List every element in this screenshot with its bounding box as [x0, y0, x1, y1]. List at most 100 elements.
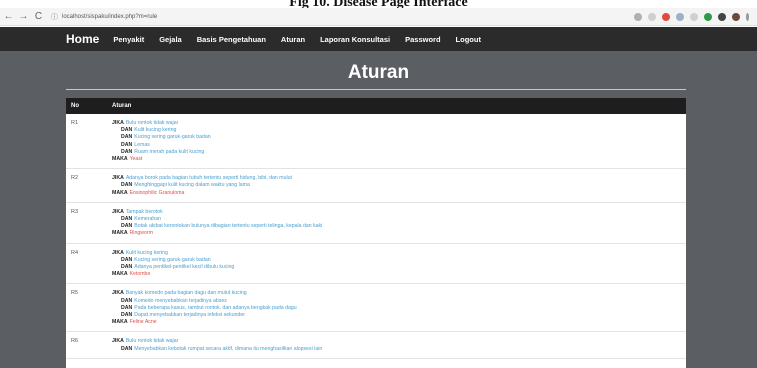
- nav-home[interactable]: Home: [66, 32, 99, 46]
- rule-conclusion: MAKA Ketombe: [112, 271, 234, 278]
- rule-keyword: DAN: [121, 312, 133, 319]
- rule-number: R4: [71, 249, 79, 256]
- table-body: R1 JIKA Bulu rontok tidak wajar DAN Kulit ku…: [66, 114, 686, 359]
- rule-condition: DAN Komedo menyebabkan terjadinya abses: [112, 298, 297, 305]
- main-navbar: Home Penyakit Gejala Basis Pengetahuan A…: [0, 27, 757, 51]
- rules-table: No Aturan R1 JIKA Bulu rontok tidak wajar D…: [66, 98, 686, 368]
- symptom-text: Adanya pentikel-pentikel kecil dibulu ku…: [134, 264, 235, 271]
- forward-icon[interactable]: →: [17, 11, 30, 22]
- rule-condition: DAN Kucing sering garuk-garuk badan: [112, 257, 234, 264]
- rule-keyword: DAN: [121, 148, 133, 155]
- symptom-text: Komedo menyebabkan terjadinya abses: [134, 297, 227, 304]
- rule-conclusion: MAKA Eosinophilic Granuloma: [112, 190, 292, 197]
- symptom-text: Kucing sering garuk-garuk badan: [134, 256, 211, 263]
- symptom-text: Bulu rontok tidak wajar: [125, 338, 179, 345]
- rule-number: R2: [71, 175, 79, 182]
- rule-body: JIKA Banyak komedo pada bagian dagu dan m…: [112, 290, 297, 326]
- rule-condition: DAN Kemerahan: [112, 216, 322, 223]
- extension-icon[interactable]: [690, 12, 698, 21]
- symptom-text: Ruam merah pada kulit kucing: [134, 148, 205, 155]
- rule-number: R3: [71, 208, 79, 215]
- rule-keyword: DAN: [121, 216, 133, 223]
- symptom-text: Kemerahan: [134, 216, 162, 223]
- rule-condition: DAN Menyebabkan kebotak rumpat secara akt…: [112, 346, 322, 353]
- nav-basis-pengetahuan[interactable]: Basis Pengetahuan: [197, 35, 266, 44]
- rule-condition: DAN Kucing sering garuk-garuk badan: [112, 134, 211, 141]
- rule-condition: DAN Pada beberapa kasus, rambut rontok, d…: [112, 305, 297, 312]
- rule-condition: DAN Botak akibat kerontokan bulunya dibag…: [112, 223, 322, 230]
- page-title: Aturan: [347, 62, 410, 83]
- extension-icons: [634, 12, 749, 21]
- symptom-text: Banyak komedo pada bagian dagu dan mulut…: [125, 290, 247, 297]
- column-header-no: No: [71, 103, 79, 109]
- rule-keyword: DAN: [121, 297, 133, 304]
- rule-keyword: MAKA: [112, 189, 128, 196]
- symptom-text: Lemas: [134, 141, 150, 148]
- nav-laporan-konsultasi[interactable]: Laporan Konsultasi: [320, 35, 390, 44]
- nav-penyakit[interactable]: Penyakit: [113, 35, 144, 44]
- table-row: R2 JIKA Adanya borok pada bagian tubuh ter…: [66, 169, 686, 203]
- rule-keyword: JIKA: [112, 290, 124, 297]
- extension-icon[interactable]: [676, 12, 684, 21]
- url-text[interactable]: localhost/sispaku/index.php?m=rule: [62, 14, 157, 20]
- rule-conclusion: MAKA Yeast: [112, 156, 211, 163]
- extension-icon[interactable]: [704, 12, 712, 21]
- disease-result: Ketombe: [129, 271, 151, 278]
- table-row: R1 JIKA Bulu rontok tidak wajar DAN Kulit ku…: [66, 114, 686, 170]
- nav-gejala[interactable]: Gejala: [159, 35, 182, 44]
- nav-logout[interactable]: Logout: [456, 35, 481, 44]
- rule-keyword: MAKA: [112, 271, 128, 278]
- rule-keyword: MAKA: [112, 319, 128, 326]
- disease-result: Eosinophilic Granuloma: [129, 189, 185, 196]
- reload-icon[interactable]: C: [32, 11, 45, 22]
- symptom-text: Adanya borok pada bagian tubuh tertentu …: [125, 175, 292, 182]
- rule-keyword: MAKA: [112, 156, 128, 163]
- table-row: R5 JIKA Banyak komedo pada bagian dagu dan…: [66, 284, 686, 333]
- rule-keyword: JIKA: [112, 208, 124, 215]
- back-icon[interactable]: ←: [2, 11, 15, 22]
- nav-password[interactable]: Password: [405, 35, 440, 44]
- rule-body: JIKA Tampak berotok DAN Kemerahan DAN Botak a…: [112, 209, 322, 238]
- rule-keyword: DAN: [121, 304, 133, 311]
- opera-icon[interactable]: [662, 12, 670, 21]
- rule-body: JIKA Kulit kucing kering DAN Kucing sering …: [112, 250, 234, 279]
- rule-number: R5: [71, 290, 79, 297]
- rule-keyword: DAN: [121, 345, 133, 352]
- rule-keyword: DAN: [121, 182, 133, 189]
- symptom-text: Menghinggapi kulit kucing dalam waktu ya…: [134, 182, 250, 189]
- rule-condition: JIKA Bulu rontok tidak wajar: [112, 120, 211, 127]
- symptom-text: Kulit kucing kering: [134, 127, 177, 134]
- avatar[interactable]: [732, 12, 740, 21]
- rule-keyword: DAN: [121, 256, 133, 263]
- rule-condition: JIKA Banyak komedo pada bagian dagu dan m…: [112, 290, 297, 297]
- rule-condition: DAN Ruam merah pada kulit kucing: [112, 149, 211, 156]
- rule-body: JIKA Bulu rontok tidak wajar DAN Kulit kuci…: [112, 120, 211, 163]
- puzzle-icon[interactable]: [718, 12, 726, 21]
- rule-conclusion: MAKA Ringworm: [112, 230, 322, 237]
- rule-keyword: JIKA: [112, 175, 124, 182]
- info-icon[interactable]: ⓘ: [51, 12, 58, 22]
- rule-condition: DAN Kulit kucing kering: [112, 127, 211, 134]
- disease-result: Feline Acne: [129, 319, 157, 326]
- rule-keyword: DAN: [121, 141, 133, 148]
- rule-number: R1: [71, 120, 79, 126]
- disease-result: Yeast: [129, 156, 143, 163]
- menu-icon[interactable]: [746, 12, 749, 21]
- address-bar[interactable]: ⓘ localhost/sispaku/index.php?m=rule: [51, 12, 157, 22]
- star-icon[interactable]: [648, 12, 656, 21]
- symptom-text: Kucing sering garuk-garuk badan: [134, 134, 211, 141]
- rule-body: JIKA Bulu rontok tidak wajar DAN Menyebabka…: [112, 338, 322, 352]
- rule-keyword: DAN: [121, 223, 133, 230]
- table-header: No Aturan: [66, 98, 686, 114]
- table-row: R4 JIKA Kulit kucing kering DAN Kucing serin…: [66, 244, 686, 285]
- table-row: R3 JIKA Tampak berotok DAN Kemerahan DAN Botak…: [66, 203, 686, 244]
- rule-keyword: JIKA: [112, 120, 124, 126]
- symptom-text: Bulu rontok tidak wajar: [125, 120, 179, 126]
- rule-condition: JIKA Tampak berotok: [112, 209, 322, 216]
- rule-condition: DAN Lemas: [112, 142, 211, 149]
- symptom-text: Dapat menyebabkan terjadinya infeksi sek…: [134, 312, 245, 319]
- rule-condition: JIKA Bulu rontok tidak wajar: [112, 338, 322, 345]
- nav-aturan[interactable]: Aturan: [281, 35, 305, 44]
- rule-condition: JIKA Kulit kucing kering: [112, 250, 234, 257]
- translate-icon[interactable]: [634, 12, 642, 21]
